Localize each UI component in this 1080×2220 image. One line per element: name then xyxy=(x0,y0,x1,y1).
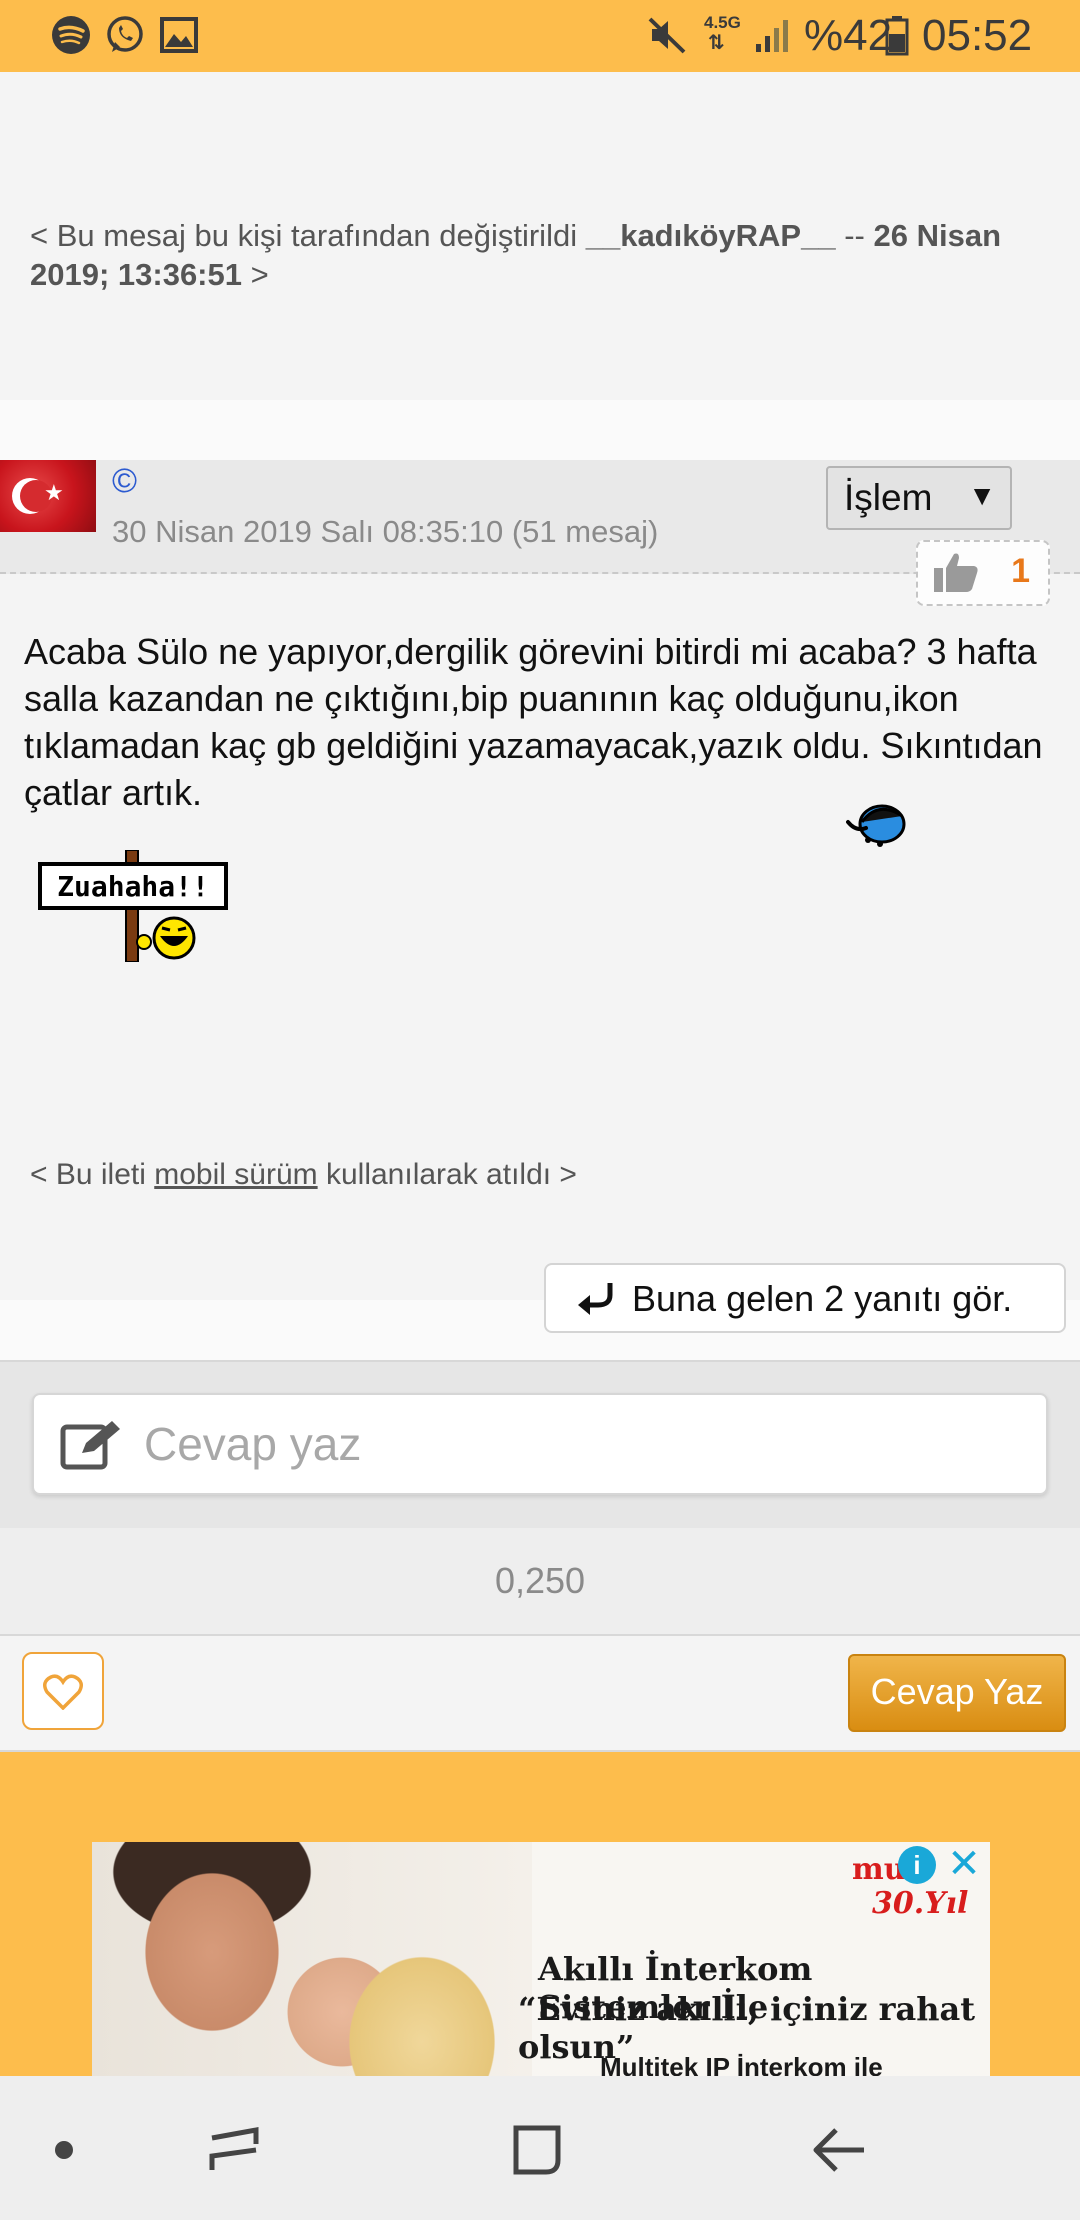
sign-text: Zuahaha!! xyxy=(57,870,209,903)
ad-info-icon[interactable]: i xyxy=(898,1846,936,1884)
recent-apps-icon[interactable] xyxy=(206,2124,262,2176)
view-replies-label: Buna gelen 2 yanıtı gör. xyxy=(632,1278,1013,1319)
edit-note-prefix: < Bu mesaj bu kişi tarafından değiştiril… xyxy=(30,218,578,253)
signal-icon xyxy=(756,20,788,52)
post-body: Acaba Sülo ne yapıyor,dergilik görevini … xyxy=(24,631,1043,813)
thumbs-up-icon xyxy=(934,553,978,592)
system-nav-bar xyxy=(0,2076,1080,2220)
whatsapp-icon xyxy=(107,16,143,52)
edit-note: < Bu mesaj bu kişi tarafından değiştiril… xyxy=(30,216,1040,294)
author-name[interactable]: © xyxy=(112,462,137,501)
edit-icon xyxy=(60,1421,120,1470)
ad-brand-sub: 30.Yıl xyxy=(872,1886,969,1921)
edit-note-user[interactable]: __kadıköyRAP__ xyxy=(586,218,836,253)
edit-note-separator: -- xyxy=(844,218,865,253)
mobile-note-suffix: kullanılarak atıldı > xyxy=(325,1158,577,1191)
page-load-time: 0,250 xyxy=(494,1560,586,1601)
ad-subline: Multitek IP İnterkom ile xyxy=(600,2052,883,2076)
favorite-button[interactable] xyxy=(22,1652,104,1730)
heart-icon xyxy=(43,1674,83,1710)
like-button[interactable]: 1 xyxy=(916,540,1050,606)
home-icon[interactable] xyxy=(510,2122,566,2178)
clock: 05:52 xyxy=(922,11,1033,60)
edit-note-suffix: > xyxy=(250,257,269,292)
gallery-icon xyxy=(160,17,198,53)
flag-star-icon: ★ xyxy=(44,480,64,505)
ad-banner[interactable]: mu 30.Yıl i ✕ Akıllı İnterkom Sistemler … xyxy=(92,1842,990,2076)
view-replies-button[interactable]: Buna gelen 2 yanıtı gör. xyxy=(544,1263,1066,1333)
ad-family-photo xyxy=(92,1842,532,2076)
ad-close-icon[interactable]: ✕ xyxy=(944,1844,984,1884)
reply-arrow-icon xyxy=(578,1283,613,1315)
back-icon[interactable] xyxy=(812,2124,868,2176)
duck-emoji-icon xyxy=(846,804,906,847)
like-count: 1 xyxy=(1011,552,1030,590)
battery-icon xyxy=(885,16,909,56)
mute-icon xyxy=(648,17,686,54)
action-menu-button[interactable]: İşlem ▼ xyxy=(826,466,1012,530)
status-bar: 4.5G ⇅ %42 05:52 xyxy=(0,0,1080,72)
battery-percent: %42 xyxy=(804,11,893,60)
mobile-version-link[interactable]: mobil sürüm xyxy=(154,1158,317,1191)
reply-button[interactable]: Cevap Yaz xyxy=(848,1654,1066,1732)
reply-input-placeholder: Cevap yaz xyxy=(144,1418,362,1470)
mobile-version-note: < Bu ileti mobil sürüm kullanılarak atıl… xyxy=(30,1158,577,1192)
dot-icon[interactable] xyxy=(52,2128,76,2172)
data-arrows-icon: ⇅ xyxy=(708,32,725,54)
mobile-note-prefix: < Bu ileti xyxy=(30,1158,146,1191)
action-menu-label: İşlem xyxy=(844,477,933,518)
caret-down-icon: ▼ xyxy=(968,480,996,511)
ad-brand: mu xyxy=(852,1852,906,1887)
network-type: 4.5G xyxy=(704,13,741,32)
spotify-icon xyxy=(52,16,90,54)
post-date: 30 Nisan 2019 Salı 08:35:10 (51 mesaj) xyxy=(112,514,659,549)
separator xyxy=(0,400,1080,460)
reply-input[interactable]: Cevap yaz xyxy=(32,1393,1048,1495)
zuahaha-sign-image: Zuahaha!! xyxy=(38,849,228,963)
